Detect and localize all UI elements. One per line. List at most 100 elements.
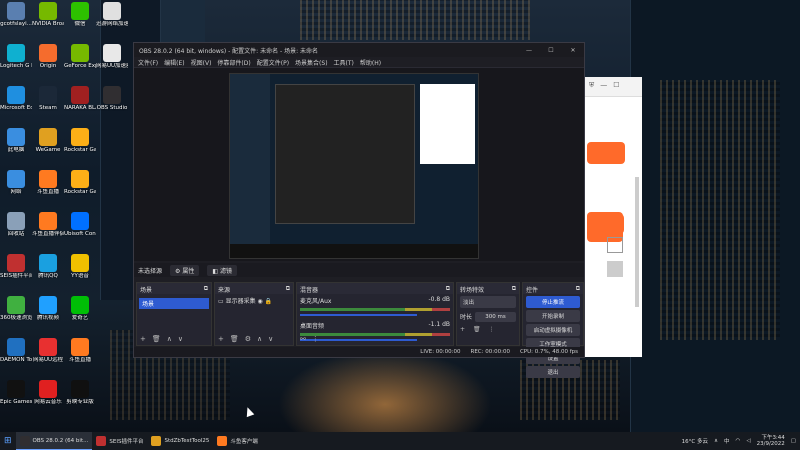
play-icon[interactable]: [604, 214, 624, 234]
desktop-icon[interactable]: Steam: [32, 86, 64, 111]
maximize-icon[interactable]: ☐: [540, 47, 562, 54]
taskbar-item[interactable]: StdZbTestTool25: [147, 432, 213, 450]
desktop-icon[interactable]: 网易云音乐: [32, 380, 64, 405]
desktop-icon[interactable]: 斗鱼直播: [64, 338, 96, 363]
undock-icon[interactable]: ⧉: [446, 285, 450, 292]
taskbar-item[interactable]: SEIS插件平台: [92, 432, 147, 450]
desktop-icon[interactable]: 斗鱼直播: [32, 170, 64, 195]
taskbar-item[interactable]: 斗鱼客户端: [213, 432, 262, 450]
browser-window[interactable]: ⛨ — ☐: [585, 77, 642, 357]
volume-icon[interactable]: ◁: [746, 438, 750, 444]
desktop-icon[interactable]: 360极速浏览器: [0, 296, 32, 321]
preview-area[interactable]: [134, 68, 584, 261]
control-button[interactable]: 启动虚拟摄像机: [526, 324, 580, 336]
desktop-icon[interactable]: Ubisoft Connect: [64, 212, 96, 237]
gear-icon[interactable]: ⚙: [245, 335, 251, 343]
transition-select[interactable]: 淡出: [460, 296, 516, 308]
image-icon[interactable]: [607, 261, 623, 277]
menu-item[interactable]: 配置文件(P): [257, 58, 289, 67]
desktop-icon[interactable]: 网络: [0, 170, 32, 195]
duration-input[interactable]: 300 ms: [475, 312, 516, 322]
menu-item[interactable]: 视图(V): [191, 58, 212, 67]
trash-icon[interactable]: 🗑: [152, 335, 161, 343]
desktop-icon[interactable]: Microsoft Edge: [0, 86, 32, 111]
trash-icon[interactable]: 🗑: [230, 335, 239, 343]
obs-titlebar[interactable]: OBS 28.0.2 (64 bit, windows) - 配置文件: 未命名…: [134, 43, 584, 57]
volume-slider[interactable]: [300, 314, 417, 316]
eye-icon[interactable]: ◉: [258, 298, 263, 305]
desktop-icon[interactable]: Epic Games Launcher: [0, 380, 32, 405]
desktop-icon[interactable]: Rockstar Games L...: [64, 128, 96, 153]
desktop-icon[interactable]: 此电脑: [0, 128, 32, 153]
add-icon[interactable]: +: [218, 335, 224, 343]
menu-item[interactable]: 帮助(H): [360, 58, 381, 67]
clock[interactable]: 下午3:44 23/9/2022: [757, 435, 785, 447]
maximize-icon[interactable]: ☐: [613, 81, 619, 92]
desktop-icon[interactable]: 斗鱼直播伴侣: [32, 212, 64, 237]
lock-icon[interactable]: 🔒: [265, 298, 272, 305]
control-button[interactable]: 退出: [526, 366, 580, 378]
more-icon[interactable]: ⋮: [489, 326, 495, 333]
wifi-icon[interactable]: ◠: [736, 438, 741, 444]
desktop-icon[interactable]: Origin: [32, 44, 64, 69]
desktop-icon[interactable]: YY语音: [64, 254, 96, 279]
home-icon[interactable]: [607, 237, 623, 253]
undock-icon[interactable]: ⧉: [204, 285, 208, 292]
trash-icon[interactable]: 🗑: [473, 326, 481, 333]
desktop-icon[interactable]: Rockstar Games...: [64, 170, 96, 195]
ime-indicator[interactable]: 中: [724, 437, 730, 445]
desktop-icon[interactable]: 迅游网络加速器: [96, 2, 128, 27]
desktop-icon[interactable]: WeGame: [32, 128, 64, 153]
desktop-icon[interactable]: NVIDIA Broadcast: [32, 2, 64, 27]
desktop-icon[interactable]: 腾讯视频: [32, 296, 64, 321]
up-icon[interactable]: ∧: [257, 335, 262, 343]
desktop-icon[interactable]: 回收站: [0, 212, 32, 237]
desktop-icon[interactable]: Logitech G HUB: [0, 44, 32, 69]
control-button[interactable]: 停止推流: [526, 296, 580, 308]
filters-button[interactable]: ◧ 滤镜: [207, 264, 237, 276]
desktop-icon[interactable]: DAEMON Tools Lite: [0, 338, 32, 363]
menu-item[interactable]: 场景集合(S): [295, 58, 328, 67]
desktop-icon-label: 网易UU加速器: [96, 63, 128, 69]
desktop-icon[interactable]: 爱奇艺: [64, 296, 96, 321]
weather[interactable]: 16°C 多云: [682, 437, 708, 445]
undock-icon[interactable]: ⧉: [576, 285, 580, 292]
link-icon[interactable]: ⚯: [300, 335, 306, 343]
close-icon[interactable]: ✕: [562, 47, 584, 54]
desktop-icon[interactable]: gcotfslayi...: [0, 2, 32, 27]
undock-icon[interactable]: ⧉: [286, 285, 290, 292]
source-item[interactable]: ▭ 显示器采集 ◉ 🔒: [215, 294, 293, 307]
menu-item[interactable]: 文件(F): [138, 58, 158, 67]
add-icon[interactable]: +: [140, 335, 146, 343]
minimize-icon[interactable]: —: [600, 81, 607, 92]
desktop-icon[interactable]: 微信: [64, 2, 96, 27]
undock-icon[interactable]: ⧉: [512, 285, 516, 292]
down-icon[interactable]: ∨: [178, 335, 183, 343]
scrollbar[interactable]: [635, 177, 639, 307]
down-icon[interactable]: ∨: [268, 335, 273, 343]
menu-item[interactable]: 工具(T): [334, 58, 354, 67]
start-button[interactable]: ⊞: [0, 432, 16, 450]
notification-icon[interactable]: ▢: [791, 438, 796, 444]
add-icon[interactable]: +: [460, 326, 465, 333]
desktop-icon[interactable]: 网易UU加速器: [96, 44, 128, 69]
taskbar-item[interactable]: OBS 28.0.2 (64 bit...: [15, 432, 93, 450]
more-icon[interactable]: ⋮: [312, 335, 319, 343]
properties-button[interactable]: ⚙ 属性: [170, 264, 200, 276]
desktop-icon[interactable]: GeForce Experience: [64, 44, 96, 69]
obs-title: OBS 28.0.2 (64 bit, windows) - 配置文件: 未命名…: [139, 47, 319, 55]
desktop-icon[interactable]: OBS Studio: [96, 86, 128, 111]
menu-item[interactable]: 编辑(E): [164, 58, 184, 67]
up-icon[interactable]: ∧: [167, 335, 172, 343]
control-button[interactable]: 开始录制: [526, 310, 580, 322]
minimize-icon[interactable]: —: [518, 47, 540, 54]
menu-item[interactable]: 停靠部件(D): [217, 58, 250, 67]
desktop-icon[interactable]: 网易UU远程: [32, 338, 64, 363]
scene-item[interactable]: 场景: [139, 298, 209, 309]
desktop-icon[interactable]: 剪映专业版: [64, 380, 96, 405]
chevron-up-icon[interactable]: ∧: [714, 438, 718, 444]
desktop-icon[interactable]: NARAKA BLADEPOI...: [64, 86, 96, 111]
desktop-icon[interactable]: SEIS插件平台: [0, 254, 32, 279]
desktop-icon[interactable]: 腾讯QQ: [32, 254, 64, 279]
obs-window[interactable]: OBS 28.0.2 (64 bit, windows) - 配置文件: 未命名…: [133, 42, 585, 378]
